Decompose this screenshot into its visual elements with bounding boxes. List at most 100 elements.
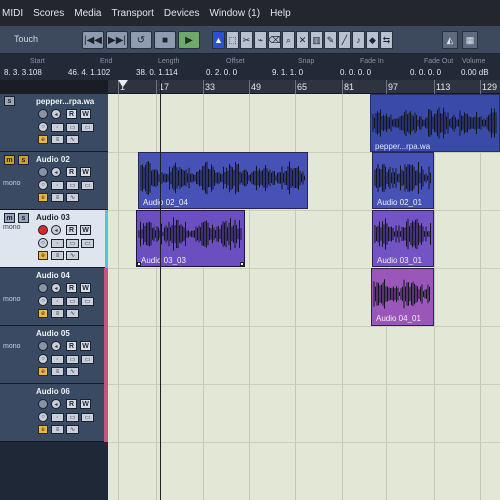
audio-event[interactable]: Audio 02_04 bbox=[138, 152, 308, 209]
write-automation-button[interactable]: W bbox=[80, 341, 91, 351]
audio-event[interactable]: Audio 03_01 bbox=[372, 210, 434, 267]
lane-icon[interactable]: ≡ bbox=[51, 367, 64, 376]
track-header[interactable]: m s Audio 02 mono ◂ R W ○ ◦ ▭ ▭ e ≡ ∿ bbox=[0, 152, 108, 210]
record-enable-icon[interactable] bbox=[38, 225, 48, 235]
write-automation-button[interactable]: W bbox=[80, 109, 91, 119]
freeze-icon[interactable]: ◦ bbox=[51, 181, 64, 190]
lock-icon[interactable]: ○ bbox=[38, 122, 48, 132]
lane-icon[interactable]: ≡ bbox=[51, 135, 64, 144]
range-tool-icon[interactable]: ⬚ bbox=[226, 31, 239, 49]
track-name[interactable]: Audio 04 bbox=[36, 271, 70, 280]
write-automation-button[interactable]: W bbox=[80, 399, 91, 409]
split-tool-icon[interactable]: ✂ bbox=[240, 31, 253, 49]
zoom-tool-icon[interactable]: ⌕ bbox=[282, 31, 295, 49]
menu-window[interactable]: Window (1) bbox=[209, 8, 260, 19]
project-cursor[interactable] bbox=[160, 80, 161, 500]
waveform-view-icon[interactable]: ∿ bbox=[66, 251, 79, 260]
channel-settings-icon[interactable]: ▭ bbox=[66, 297, 79, 306]
solo-button[interactable]: s bbox=[18, 213, 29, 223]
audio-event[interactable]: pepper...rpa.wa bbox=[370, 94, 500, 152]
write-automation-button[interactable]: W bbox=[80, 283, 91, 293]
edit-channel-icon[interactable]: e bbox=[38, 251, 48, 260]
menu-devices[interactable]: Devices bbox=[164, 8, 200, 19]
empty-track-area[interactable] bbox=[0, 442, 108, 500]
go-to-end-button[interactable]: ▶▶| bbox=[106, 31, 128, 49]
monitor-icon[interactable]: ◂ bbox=[51, 399, 61, 409]
monitor-icon[interactable]: ◂ bbox=[51, 225, 61, 235]
track-header[interactable]: s pepper...rpa.wa ◂ R W ○ ◦ ▭ ▭ e ≡ ∿ bbox=[0, 94, 108, 152]
play-button[interactable]: ▶ bbox=[178, 31, 200, 49]
comp-tool-icon[interactable]: ▥ bbox=[310, 31, 323, 49]
lane-icon[interactable]: ≡ bbox=[51, 251, 64, 260]
info-volume-value[interactable]: 0.00 dB bbox=[461, 68, 489, 77]
snap-toggle-icon[interactable]: ▦ bbox=[462, 31, 478, 49]
read-automation-button[interactable]: R bbox=[66, 341, 77, 351]
folder-icon[interactable]: ▭ bbox=[81, 239, 94, 248]
folder-icon[interactable]: ▭ bbox=[81, 413, 94, 422]
track-name[interactable]: pepper...rpa.wa bbox=[36, 97, 94, 106]
track-header[interactable]: Audio 05 mono ◂ R W ○ ◦ ▭ ▭ e ≡ ∿ bbox=[0, 326, 108, 384]
play-tool-icon[interactable]: ♪ bbox=[352, 31, 365, 49]
audio-event[interactable]: Audio 04_01 bbox=[371, 268, 434, 326]
monitor-icon[interactable]: ◂ bbox=[51, 167, 61, 177]
menu-midi[interactable]: MIDI bbox=[2, 8, 23, 19]
read-automation-button[interactable]: R bbox=[66, 283, 77, 293]
snap-mode-icon[interactable]: ◭ bbox=[442, 31, 458, 49]
automation-mode-label[interactable]: Touch bbox=[14, 34, 38, 44]
audio-event-selected[interactable]: Audio 03_03 bbox=[136, 210, 245, 267]
timeline-ruler[interactable]: 1 17 33 49 65 81 97 113 129 bbox=[108, 80, 500, 94]
monitor-icon[interactable]: ◂ bbox=[51, 109, 61, 119]
freeze-icon[interactable]: ◦ bbox=[51, 239, 64, 248]
mute-tool-icon[interactable]: ✕ bbox=[296, 31, 309, 49]
freeze-icon[interactable]: ◦ bbox=[51, 297, 64, 306]
left-locator-marker[interactable] bbox=[118, 80, 128, 87]
info-fade-out-value[interactable]: 0. 0. 0. 0 bbox=[410, 68, 441, 77]
record-enable-icon[interactable] bbox=[38, 283, 48, 293]
track-name[interactable]: Audio 02 bbox=[36, 155, 70, 164]
read-automation-button[interactable]: R bbox=[66, 399, 77, 409]
info-snap-value[interactable]: 9. 1. 1. 0 bbox=[272, 68, 303, 77]
track-header[interactable]: Audio 06 ◂ R W ○ ◦ ▭ ▭ e ≡ ∿ bbox=[0, 384, 108, 442]
read-automation-button[interactable]: R bbox=[66, 167, 77, 177]
monitor-icon[interactable]: ◂ bbox=[51, 283, 61, 293]
waveform-view-icon[interactable]: ∿ bbox=[66, 425, 79, 434]
freeze-icon[interactable]: ◦ bbox=[51, 123, 64, 132]
go-to-start-button[interactable]: |◀◀ bbox=[82, 31, 104, 49]
lane-icon[interactable]: ≡ bbox=[51, 425, 64, 434]
edit-channel-icon[interactable]: e bbox=[38, 193, 48, 202]
waveform-view-icon[interactable]: ∿ bbox=[66, 193, 79, 202]
info-length-value[interactable]: 38. 0. 1.114 bbox=[136, 68, 178, 77]
solo-button[interactable]: s bbox=[4, 96, 15, 106]
menu-scores[interactable]: Scores bbox=[33, 8, 64, 19]
resize-handle-left[interactable] bbox=[137, 262, 141, 266]
cycle-button[interactable]: ↺ bbox=[130, 31, 152, 49]
mute-button[interactable]: m bbox=[4, 155, 15, 165]
folder-icon[interactable]: ▭ bbox=[81, 297, 94, 306]
channel-settings-icon[interactable]: ▭ bbox=[66, 355, 79, 364]
freeze-icon[interactable]: ◦ bbox=[51, 355, 64, 364]
lane-icon[interactable]: ≡ bbox=[51, 193, 64, 202]
record-enable-icon[interactable] bbox=[38, 109, 48, 119]
track-header-selected[interactable]: m s Audio 03 mono ◂ R W ○ ◦ ▭ ▭ e ≡ ∿ bbox=[0, 210, 108, 268]
info-start-value[interactable]: 8. 3. 3.108 bbox=[4, 68, 42, 77]
channel-settings-icon[interactable]: ▭ bbox=[66, 413, 79, 422]
time-warp-tool-icon[interactable]: ⇆ bbox=[380, 31, 393, 49]
draw-tool-icon[interactable]: ✎ bbox=[324, 31, 337, 49]
glue-tool-icon[interactable]: ⌁ bbox=[254, 31, 267, 49]
track-name[interactable]: Audio 05 bbox=[36, 329, 70, 338]
edit-channel-icon[interactable]: e bbox=[38, 367, 48, 376]
resize-handle-right[interactable] bbox=[240, 262, 244, 266]
color-tool-icon[interactable]: ◆ bbox=[366, 31, 379, 49]
stop-button[interactable]: ■ bbox=[154, 31, 176, 49]
waveform-view-icon[interactable]: ∿ bbox=[66, 309, 79, 318]
lock-icon[interactable]: ○ bbox=[38, 412, 48, 422]
solo-button[interactable]: s bbox=[18, 155, 29, 165]
waveform-view-icon[interactable]: ∿ bbox=[66, 135, 79, 144]
monitor-icon[interactable]: ◂ bbox=[51, 341, 61, 351]
edit-channel-icon[interactable]: e bbox=[38, 425, 48, 434]
info-end-value[interactable]: 46. 4. 1.102 bbox=[68, 68, 110, 77]
audio-event[interactable]: Audio 02_01 bbox=[372, 152, 434, 209]
read-automation-button[interactable]: R bbox=[66, 225, 77, 235]
record-enable-icon[interactable] bbox=[38, 341, 48, 351]
lock-icon[interactable]: ○ bbox=[38, 180, 48, 190]
